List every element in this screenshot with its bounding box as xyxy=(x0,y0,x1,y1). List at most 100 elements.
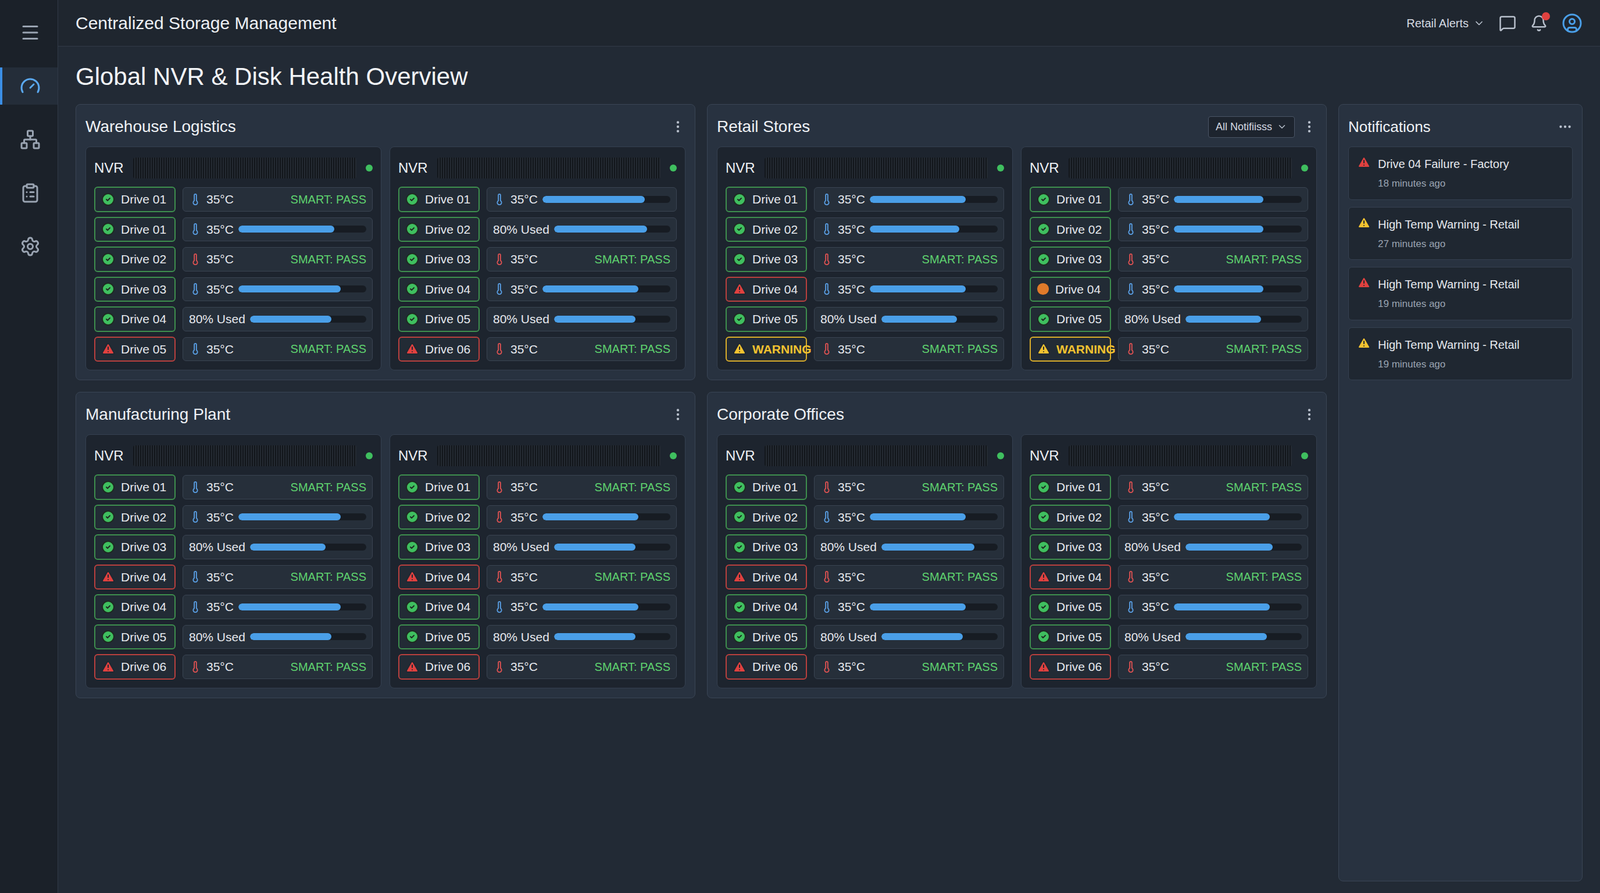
drive-row[interactable]: Drive 0335°CSMART: PASS xyxy=(398,246,677,273)
drive-row[interactable]: Drive 0535°CSMART: PASS xyxy=(94,336,373,363)
nvr-header: NVR xyxy=(94,155,373,181)
drive-row[interactable]: Drive 0135°CSMART: PASS xyxy=(1029,474,1309,500)
drive-row[interactable]: Drive 0580% Used xyxy=(1029,624,1309,650)
check-icon xyxy=(405,540,420,555)
thermometer-icon xyxy=(493,252,506,266)
drive-row[interactable]: Drive 0280% Used xyxy=(398,216,677,243)
site-title: Manufacturing Plant xyxy=(85,402,231,427)
nvr-row: NVRDrive 0135°CSMART: PASSDrive 0235°CDr… xyxy=(716,434,1317,689)
drive-row[interactable]: Drive 0435°CSMART: PASS xyxy=(398,564,677,591)
drive-metric: 35°CSMART: PASS xyxy=(486,337,677,362)
drive-row[interactable]: Drive 0635°CSMART: PASS xyxy=(398,654,677,680)
drive-row[interactable]: Drive 0335°CSMART: PASS xyxy=(1029,246,1309,273)
drive-row[interactable]: Drive 0435°C xyxy=(398,276,677,303)
more-icon[interactable] xyxy=(1557,119,1573,135)
drive-row[interactable]: Drive 0435°CSMART: PASS xyxy=(94,564,373,591)
usage-bar xyxy=(869,195,998,203)
sidebar-item[interactable] xyxy=(0,67,58,105)
chat-icon[interactable] xyxy=(1498,14,1517,32)
notification-item[interactable]: High Temp Warning - Retail27 minutes ago xyxy=(1348,206,1573,261)
drive-row[interactable]: Drive 0380% Used xyxy=(1029,534,1309,560)
more-icon[interactable] xyxy=(1301,119,1317,135)
drive-reading: 80% Used xyxy=(820,309,877,329)
drive-row[interactable]: Drive 0580% Used xyxy=(398,306,677,332)
drive-reading: 35°C xyxy=(510,568,538,587)
drive-row[interactable]: Drive 0135°C xyxy=(398,186,677,213)
drive-row[interactable]: Drive 0580% Used xyxy=(398,624,677,650)
drive-row[interactable]: Drive 0435°CSMART: PASS xyxy=(725,564,1005,591)
site-filter-dropdown[interactable]: All Notifiisss xyxy=(1208,116,1295,138)
drive-badge: Drive 05 xyxy=(398,624,480,650)
drive-row[interactable]: Drive 0435°C xyxy=(1029,276,1309,303)
more-icon[interactable] xyxy=(670,406,686,423)
drive-metric: 35°CSMART: PASS xyxy=(486,654,677,680)
thermometer-icon xyxy=(188,252,202,266)
drive-row[interactable]: Drive 0235°CSMART: PASS xyxy=(94,246,373,273)
drive-row[interactable]: Drive 0580% Used xyxy=(725,306,1005,332)
drive-row[interactable]: Drive 0580% Used xyxy=(94,624,373,650)
drive-row[interactable]: Drive 0435°C xyxy=(725,594,1005,620)
drive-row[interactable]: Drive 0335°CSMART: PASS xyxy=(725,246,1005,273)
drive-row[interactable]: Drive 0380% Used xyxy=(398,534,677,560)
drive-label: Drive 04 xyxy=(752,597,798,617)
drive-row[interactable]: Drive 0580% Used xyxy=(1029,306,1309,332)
drive-row[interactable]: Drive 0635°CSMART: PASS xyxy=(1029,654,1309,680)
more-icon[interactable] xyxy=(670,119,686,135)
drive-metric: 80% Used xyxy=(486,306,677,332)
thermometer-icon xyxy=(188,600,202,614)
sidebar-item[interactable] xyxy=(0,13,58,52)
alerts-dropdown[interactable]: Retail Alerts xyxy=(1406,14,1485,32)
drive-row[interactable]: Drive 0635°CSMART: PASS xyxy=(94,654,373,680)
failure-icon xyxy=(732,569,747,584)
drive-row[interactable]: Drive 0535°C xyxy=(1029,594,1309,620)
bell-button[interactable] xyxy=(1530,14,1548,32)
drive-row[interactable]: WARNING35°CSMART: PASS xyxy=(1029,336,1309,363)
usage-bar-fill xyxy=(238,603,341,611)
drive-row[interactable]: Drive 0235°C xyxy=(725,216,1005,243)
drive-row[interactable]: Drive 0135°C xyxy=(725,186,1005,213)
drive-row[interactable]: Drive 0135°CSMART: PASS xyxy=(94,186,373,213)
nvr-status-dot xyxy=(997,452,1005,460)
smart-status: SMART: PASS xyxy=(922,658,998,676)
notification-item[interactable]: High Temp Warning - Retail19 minutes ago xyxy=(1348,266,1573,321)
drive-row[interactable]: Drive 0235°C xyxy=(94,504,373,531)
drive-row[interactable]: WARNING35°CSMART: PASS xyxy=(725,336,1005,363)
drive-row[interactable]: Drive 0235°C xyxy=(1029,216,1309,243)
notification-item[interactable]: High Temp Warning - Retail19 minutes ago xyxy=(1348,327,1573,381)
drive-row[interactable]: Drive 0235°C xyxy=(1029,504,1309,531)
drive-row[interactable]: Drive 0435°C xyxy=(725,276,1005,303)
drive-row[interactable]: Drive 0335°C xyxy=(94,276,373,303)
notification-item[interactable]: Drive 04 Failure - Factory18 minutes ago xyxy=(1348,146,1573,200)
drive-row[interactable]: Drive 0235°C xyxy=(398,504,677,531)
drive-row[interactable]: Drive 0135°CSMART: PASS xyxy=(398,474,677,500)
drive-reading: 35°C xyxy=(206,280,234,299)
drive-row[interactable]: Drive 0635°CSMART: PASS xyxy=(398,336,677,363)
drive-reading: 35°C xyxy=(206,597,234,617)
drive-row[interactable]: Drive 0135°CSMART: PASS xyxy=(94,474,373,500)
drive-badge: Drive 06 xyxy=(398,336,480,363)
drive-row[interactable]: Drive 0635°CSMART: PASS xyxy=(725,654,1005,680)
drive-row[interactable]: Drive 0135°CSMART: PASS xyxy=(725,474,1005,500)
drive-row[interactable]: Drive 0480% Used xyxy=(94,306,373,332)
user-avatar-icon[interactable] xyxy=(1561,12,1583,34)
more-icon[interactable] xyxy=(1301,406,1317,423)
drive-label: Drive 04 xyxy=(752,280,798,299)
drive-metric: 35°CSMART: PASS xyxy=(813,565,1005,590)
drive-row[interactable]: Drive 0135°C xyxy=(1029,186,1309,213)
usage-bar xyxy=(554,543,671,551)
sidebar-item[interactable] xyxy=(0,120,58,159)
drive-reading: 35°C xyxy=(206,220,234,239)
drive-row[interactable]: Drive 0435°C xyxy=(398,594,677,620)
drive-row[interactable]: Drive 0135°C xyxy=(94,216,373,243)
sidebar-item[interactable] xyxy=(0,174,58,212)
drive-row[interactable]: Drive 0380% Used xyxy=(94,534,373,560)
usage-bar xyxy=(1173,603,1302,611)
drive-row[interactable]: Drive 0435°CSMART: PASS xyxy=(1029,564,1309,591)
drive-row[interactable]: Drive 0435°C xyxy=(94,594,373,620)
drive-row[interactable]: Drive 0235°C xyxy=(725,504,1005,531)
sidebar-item[interactable] xyxy=(0,227,58,266)
drive-row[interactable]: Drive 0380% Used xyxy=(725,534,1005,560)
drive-reading: 35°C xyxy=(837,340,866,359)
failure-icon xyxy=(1036,569,1051,584)
drive-row[interactable]: Drive 0580% Used xyxy=(725,624,1005,650)
